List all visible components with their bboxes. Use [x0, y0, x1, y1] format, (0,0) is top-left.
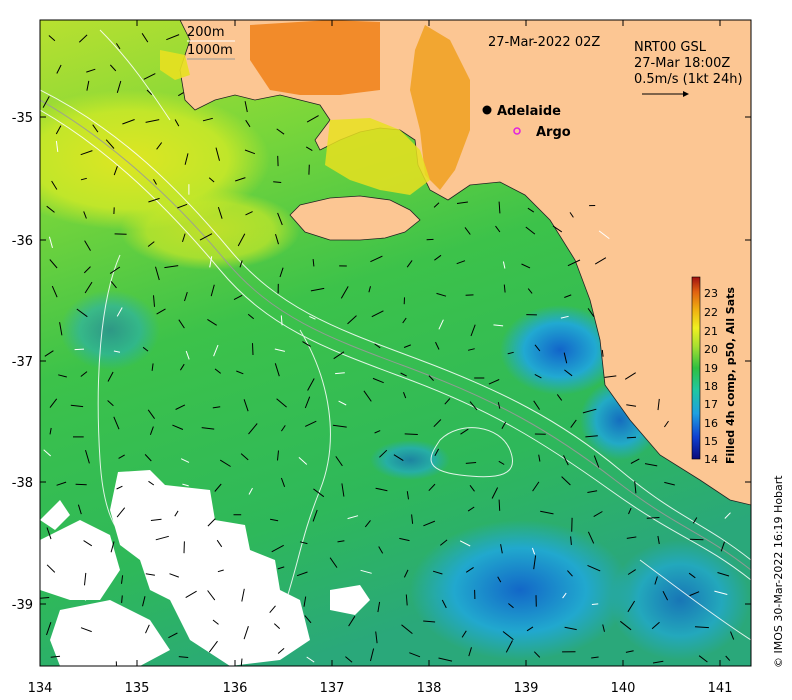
colorbar-scale: [691, 276, 701, 460]
cold-water-patch: [60, 290, 160, 370]
current-vector-arrow: [646, 517, 660, 519]
current-vector-arrow: [232, 568, 245, 570]
argo-label: Argo: [536, 125, 571, 140]
cold-water-patch: [410, 520, 630, 660]
isobath-label-200m: 200m: [187, 25, 224, 40]
current-time-label: 27-Mar 18:00Z: [634, 56, 730, 71]
x-tick-label: 136: [223, 681, 248, 696]
colorbar-tick-label: 15: [704, 435, 718, 448]
adelaide-label: Adelaide: [497, 104, 561, 119]
product-label: NRT00 GSL: [634, 40, 707, 55]
current-vector-arrow: [74, 348, 85, 351]
current-vector-arrow: [273, 181, 282, 183]
colorbar-tick-label: 21: [704, 325, 718, 338]
y-tick-label: -38: [12, 476, 33, 491]
isobath-label-1000m: 1000m: [187, 43, 233, 58]
colorbar-title: Filled 4h comp, p50, All Sats: [724, 287, 737, 464]
colorbar-tick-label: 20: [704, 343, 718, 356]
x-tick-label: 140: [611, 681, 636, 696]
current-vector-arrow: [75, 483, 87, 486]
sst-map-figure: Adelaide Argo 200m 1000m 27-Mar-2022 02Z…: [12, 19, 785, 696]
y-axis: -35 -36 -37 -38 -39: [12, 111, 33, 613]
credit-text: © IMOS 30-Mar-2022 16:19 Hobart: [772, 475, 785, 668]
current-vector-arrow: [252, 343, 254, 356]
temperature-colorbar: 23 22 21 20 19 18 17 16 15 14 Filled 4h …: [691, 276, 737, 466]
x-tick-label: 135: [125, 681, 150, 696]
colorbar-tick-label: 19: [704, 362, 718, 375]
x-tick-label: 138: [417, 681, 442, 696]
current-vector-arrow: [498, 499, 501, 511]
y-tick-label: -39: [12, 598, 33, 613]
current-scale-label: 0.5m/s (1kt 24h): [634, 72, 743, 87]
colorbar-tick-label: 23: [704, 287, 718, 300]
colorbar-tick-label: 17: [704, 398, 718, 411]
current-vector-arrow: [121, 595, 123, 603]
current-vector-arrow: [404, 433, 418, 435]
adelaide-marker: [482, 105, 492, 115]
map-plot-area: [40, 20, 751, 666]
x-tick-label: 141: [708, 681, 733, 696]
current-vector-arrow: [591, 603, 599, 605]
x-tick-label: 137: [320, 681, 345, 696]
colorbar-tick-label: 22: [704, 306, 718, 319]
x-axis: 134 135 136 137 138 139 140 141: [28, 681, 733, 696]
y-tick-label: -37: [12, 355, 33, 370]
date-label: 27-Mar-2022 02Z: [488, 35, 600, 50]
colorbar-tick-label: 14: [704, 453, 718, 466]
y-tick-label: -35: [12, 111, 33, 126]
cold-water-patch: [370, 440, 450, 480]
colorbar-tick-label: 16: [704, 417, 718, 430]
gulf-warm-water: [250, 20, 380, 95]
x-tick-label: 139: [514, 681, 539, 696]
colorbar-tick-label: 18: [704, 380, 718, 393]
current-vector-arrow: [626, 436, 637, 439]
x-tick-label: 134: [28, 681, 53, 696]
cold-water-patch: [610, 540, 750, 660]
y-tick-label: -36: [12, 234, 33, 249]
